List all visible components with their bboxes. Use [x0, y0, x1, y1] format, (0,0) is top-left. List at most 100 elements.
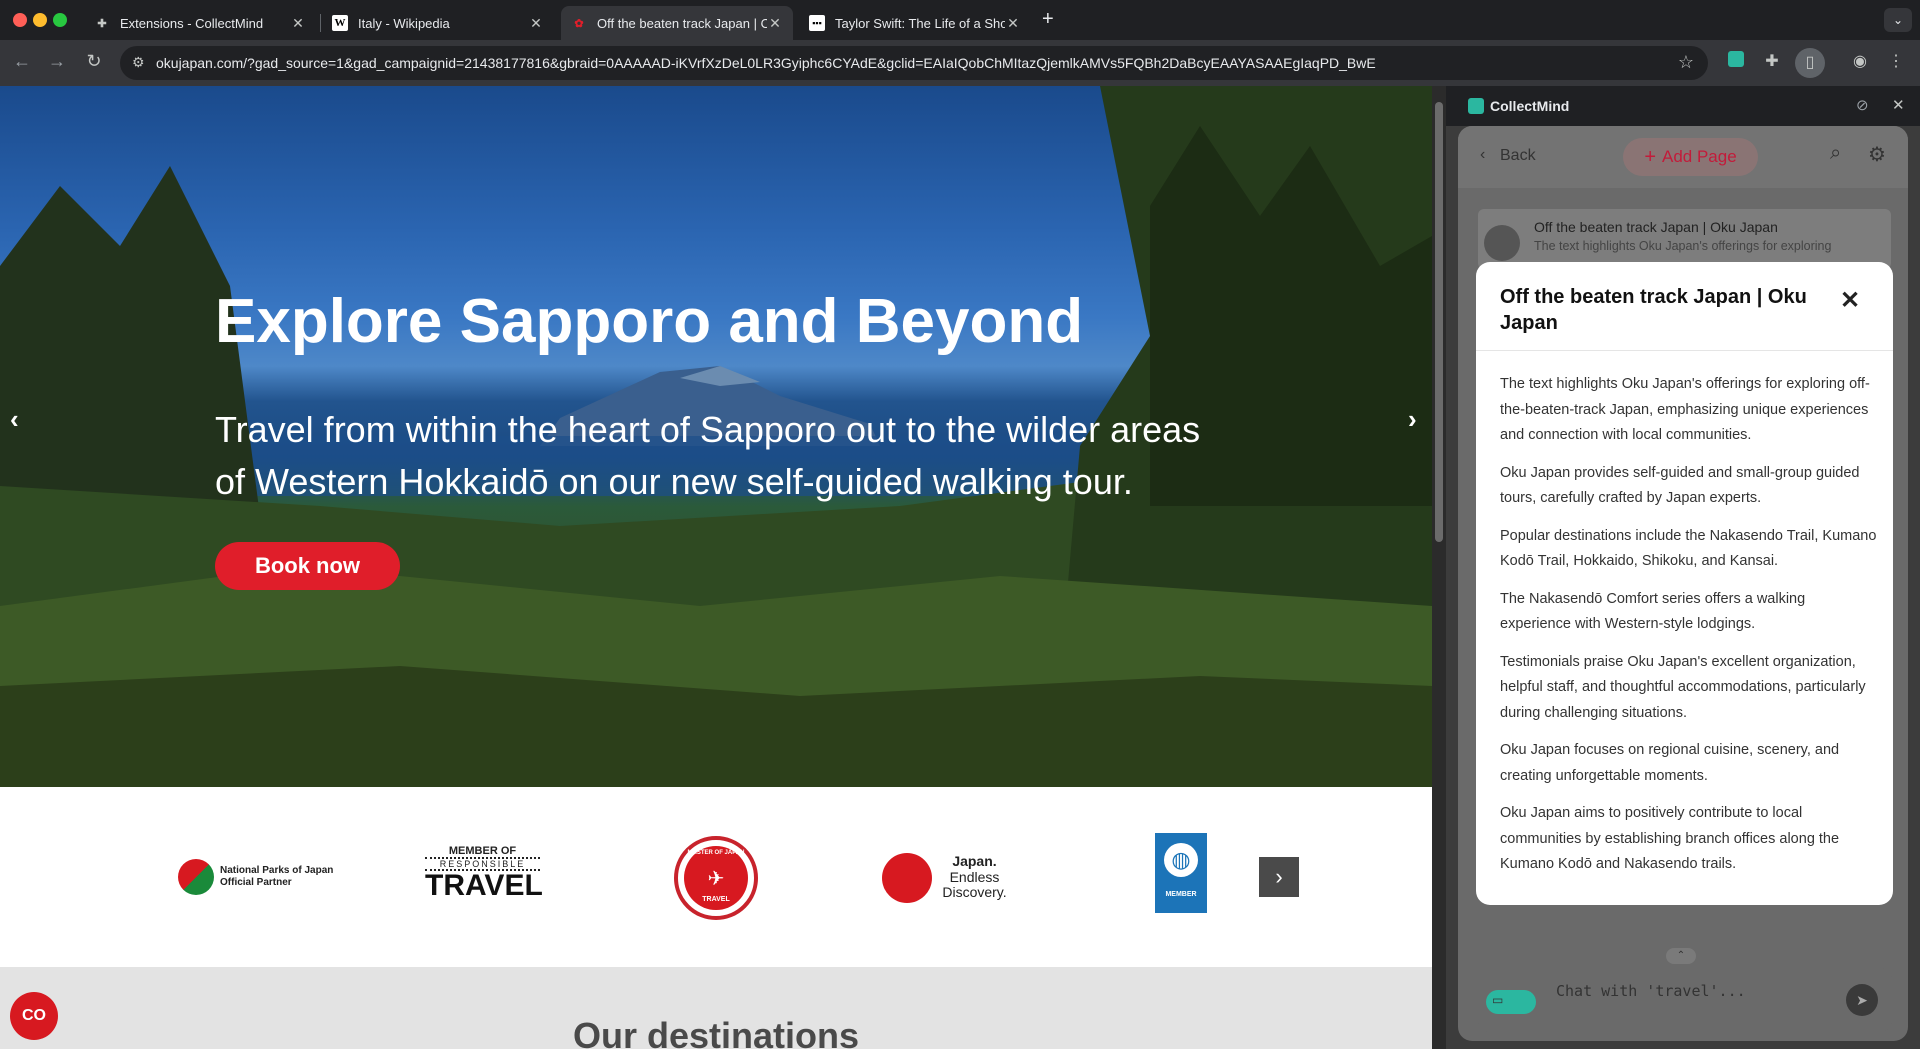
profile-icon[interactable]: ◉ — [1848, 51, 1872, 71]
url-text[interactable]: okujapan.com/?gad_source=1&gad_campaigni… — [156, 55, 1376, 71]
site-favicon: ▪▪▪ — [809, 15, 825, 31]
partner-logos-strip: National Parks of Japan Official Partner… — [0, 787, 1432, 967]
chat-input[interactable]: Chat with 'travel'... — [1556, 982, 1746, 1000]
chat-widget-button[interactable]: CO — [10, 992, 58, 1040]
add-page-label: Add Page — [1662, 147, 1737, 166]
minimize-window-button[interactable] — [33, 13, 47, 27]
saved-page-card[interactable]: Off the beaten track Japan | Oku Japan T… — [1478, 209, 1891, 269]
close-tab-icon[interactable]: ✕ — [767, 15, 783, 32]
logo-text: TRAVEL — [702, 896, 730, 903]
add-page-button[interactable]: + Add Page — [1623, 138, 1758, 176]
logo-text: TRAVEL — [425, 869, 543, 902]
tab-italy-wikipedia[interactable]: W Italy - Wikipedia ✕ — [322, 6, 554, 40]
plus-icon: + — [1644, 145, 1656, 168]
hero-banner: Explore Sapporo and Beyond Travel from w… — [0, 86, 1432, 787]
folder-icon: ▭ — [1492, 993, 1504, 1007]
unpin-icon[interactable]: ⊘ — [1856, 96, 1869, 114]
wikipedia-icon: W — [332, 15, 348, 31]
side-panel-icon[interactable]: ▯ — [1795, 48, 1825, 78]
tab-title: Extensions - CollectMind — [120, 15, 264, 31]
modal-divider — [1476, 350, 1893, 351]
back-chevron-icon[interactable]: ‹ — [1480, 146, 1485, 164]
logo-text: Endless — [949, 869, 1000, 885]
bookmark-star-icon[interactable]: ☆ — [1678, 52, 1694, 73]
browser-tab-bar: ✚ Extensions - CollectMind ✕ W Italy - W… — [0, 0, 1920, 40]
destinations-heading: Our destinations — [572, 1015, 860, 1049]
tab-extensions[interactable]: ✚ Extensions - CollectMind ✕ — [84, 6, 316, 40]
crane-icon: ✈ — [707, 868, 725, 890]
close-modal-icon[interactable]: ✕ — [1840, 286, 1860, 315]
summary-point: The Nakasendō Comfort series offers a wa… — [1500, 590, 1806, 633]
back-button[interactable]: Back — [1500, 147, 1536, 165]
national-parks-emblem-icon — [178, 859, 214, 895]
logo-text: MASTER OF JAPAN — [687, 850, 745, 856]
member-badge-logo[interactable]: ◍ MEMBER — [1155, 833, 1207, 913]
master-of-japan-travel-logo[interactable]: MASTER OF JAPAN ✈ TRAVEL — [674, 836, 758, 920]
search-icon[interactable]: ⌕ — [1830, 142, 1841, 165]
responsible-travel-logo[interactable]: MEMBER OF RESPONSIBLE TRAVEL — [425, 845, 543, 905]
book-now-button[interactable]: Book now — [215, 542, 400, 590]
scrollbar-thumb[interactable] — [1435, 102, 1443, 542]
carousel-prev-arrow-icon[interactable]: ‹ — [10, 404, 19, 435]
folder-toggle[interactable]: ▭ — [1486, 990, 1536, 1014]
close-tab-icon[interactable]: ✕ — [1005, 15, 1021, 32]
national-parks-logo[interactable]: National Parks of Japan Official Partner — [178, 857, 333, 897]
close-tab-icon[interactable]: ✕ — [290, 15, 306, 32]
logo-text: Japan. — [952, 853, 997, 869]
browser-menu-icon[interactable]: ⋮ — [1884, 51, 1908, 71]
summary-point: Oku Japan provides self-guided and small… — [1500, 464, 1860, 507]
collectmind-logo-icon — [1468, 98, 1484, 114]
expand-chevron-icon[interactable]: ⌃ — [1666, 948, 1696, 964]
reload-icon[interactable]: ↻ — [82, 51, 106, 72]
gear-icon[interactable]: ⚙ — [1868, 142, 1886, 167]
side-panel-header: CollectMind ⊘ ✕ — [1446, 86, 1920, 126]
summary-point: Popular destinations include the Nakasen… — [1500, 527, 1877, 570]
globe-icon: ◍ — [1164, 843, 1198, 877]
tab-title: Italy - Wikipedia — [358, 15, 450, 31]
new-tab-button[interactable]: + — [1042, 8, 1054, 31]
logos-next-arrow-icon[interactable]: › — [1259, 857, 1299, 897]
summary-list: The text highlights Oku Japan's offering… — [1500, 372, 1880, 890]
logo-text: MEMBER — [1165, 891, 1197, 898]
summary-point: Oku Japan aims to positively contribute … — [1500, 805, 1840, 872]
card-title: Off the beaten track Japan | Oku Japan — [1534, 219, 1778, 235]
tab-title: Taylor Swift: The Life of a Sho — [835, 15, 1005, 31]
hero-title: Explore Sapporo and Beyond — [215, 287, 1084, 356]
okujapan-favicon: ✿ — [574, 17, 584, 30]
card-snippet: The text highlights Oku Japan's offering… — [1534, 239, 1832, 253]
close-panel-icon[interactable]: ✕ — [1892, 96, 1905, 114]
tab-oku-japan[interactable]: ✿ Off the beaten track Japan | O ✕ — [561, 6, 793, 40]
destinations-section: Our destinations — [0, 967, 1432, 1049]
japan-endless-discovery-logo[interactable]: Japan. Endless Discovery. — [882, 853, 1017, 903]
page-thumbnail — [1484, 225, 1520, 261]
page-summary-modal: Off the beaten track Japan | Oku Japan ✕… — [1476, 262, 1893, 905]
browser-toolbar: ← → ↻ ⚙ okujapan.com/?gad_source=1&gad_c… — [0, 40, 1920, 86]
close-window-button[interactable] — [13, 13, 27, 27]
carousel-next-arrow-icon[interactable]: › — [1408, 404, 1417, 435]
send-icon[interactable]: ➤ — [1846, 984, 1878, 1016]
logo-text: National Parks of Japan — [220, 865, 334, 876]
back-arrow-icon[interactable]: ← — [10, 51, 34, 72]
address-bar[interactable]: ⚙ okujapan.com/?gad_source=1&gad_campaig… — [120, 46, 1708, 80]
tab-taylor-swift[interactable]: ▪▪▪ Taylor Swift: The Life of a Sho ✕ — [799, 6, 1031, 40]
chat-input-area: ▭ Chat with 'travel'... ➤ — [1478, 968, 1892, 1032]
collectmind-extension-icon[interactable] — [1724, 51, 1748, 72]
panel-top-bar: ‹ Back + Add Page ⌕ ⚙ — [1458, 126, 1908, 188]
puzzle-icon: ✚ — [97, 17, 107, 30]
logo-text: Official Partner — [220, 877, 292, 888]
logo-text: MEMBER OF — [448, 845, 517, 857]
summary-point: Testimonials praise Oku Japan's excellen… — [1500, 653, 1866, 721]
forward-arrow-icon[interactable]: → — [45, 51, 69, 72]
close-tab-icon[interactable]: ✕ — [528, 15, 544, 32]
zoom-window-button[interactable] — [53, 13, 67, 27]
side-panel-title: CollectMind — [1490, 98, 1570, 114]
logo-text: Discovery. — [942, 884, 1007, 900]
summary-point: Oku Japan focuses on regional cuisine, s… — [1500, 742, 1840, 784]
tab-search-chevron-icon[interactable]: ⌄ — [1884, 8, 1912, 32]
tab-separator — [320, 14, 321, 32]
hero-subtitle: Travel from within the heart of Sapporo … — [215, 409, 1201, 502]
extensions-puzzle-icon[interactable]: ✚ — [1760, 51, 1784, 71]
website-content: Explore Sapporo and Beyond Travel from w… — [0, 86, 1432, 1049]
tab-title: Off the beaten track Japan | O — [597, 15, 767, 31]
site-settings-icon[interactable]: ⚙ — [132, 54, 145, 71]
